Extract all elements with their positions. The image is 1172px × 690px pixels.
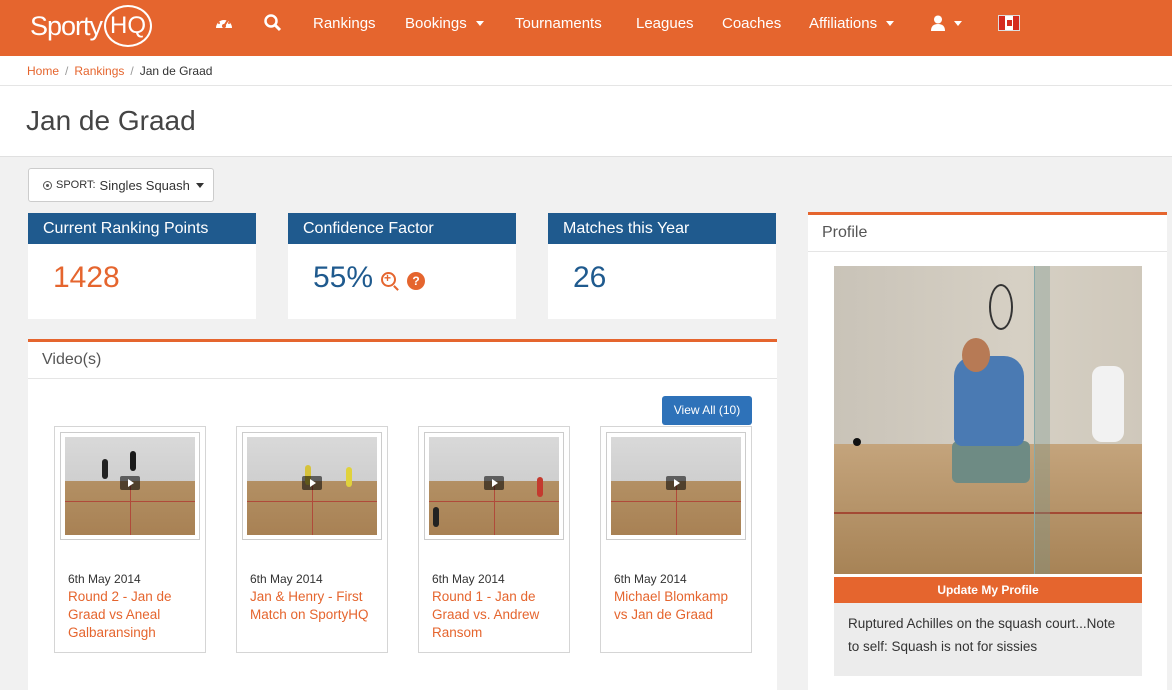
stat-label: Matches this Year <box>548 213 776 244</box>
stat-label: Confidence Factor <box>288 213 516 244</box>
page-title: Jan de Graad <box>26 105 196 136</box>
update-profile-button[interactable]: Update My Profile <box>834 577 1142 603</box>
title-bar: Jan de Graad <box>0 86 1172 157</box>
breadcrumb-home[interactable]: Home <box>27 64 59 78</box>
video-title-link[interactable]: Jan & Henry - First Match on SportyHQ <box>250 588 380 624</box>
canada-flag-icon <box>998 15 1020 31</box>
video-thumbnail[interactable] <box>424 432 564 540</box>
stat-value: 1428 <box>53 261 120 294</box>
chevron-down-icon <box>954 20 962 26</box>
video-thumbnail[interactable] <box>60 432 200 540</box>
video-title-link[interactable]: Michael Blomkamp vs Jan de Graad <box>614 588 744 624</box>
sport-dropdown[interactable]: SPORT: Singles Squash <box>28 168 214 202</box>
nav-rankings[interactable]: Rankings <box>313 0 376 46</box>
court-thumbnail <box>429 437 559 535</box>
breadcrumb-separator: / <box>130 63 134 78</box>
video-date: 6th May 2014 <box>432 572 505 586</box>
nav-coaches[interactable]: Coaches <box>722 0 781 46</box>
logo[interactable]: Sporty HQ <box>30 5 153 47</box>
video-card[interactable]: 6th May 2014 Round 1 - Jan de Graad vs. … <box>418 426 570 653</box>
zoom-in-icon[interactable] <box>381 271 396 287</box>
court-thumbnail <box>611 437 741 535</box>
play-icon[interactable] <box>484 476 504 490</box>
breadcrumb-separator: / <box>65 63 69 78</box>
help-icon[interactable]: ? <box>407 272 425 290</box>
search-icon[interactable] <box>264 0 282 46</box>
stat-value: 55% <box>313 261 374 294</box>
play-icon[interactable] <box>302 476 322 490</box>
profile-heading: Profile <box>808 215 1167 252</box>
stat-label: Current Ranking Points <box>28 213 256 244</box>
profile-panel: Profile Update My Profile Ruptured Achil… <box>808 212 1167 690</box>
breadcrumb: Home / Rankings / Jan de Graad <box>0 56 1172 86</box>
video-card[interactable]: 6th May 2014 Jan & Henry - First Match o… <box>236 426 388 653</box>
court-thumbnail <box>65 437 195 535</box>
radio-icon <box>43 180 52 190</box>
video-title-link[interactable]: Round 2 - Jan de Graad vs Aneal Galbaran… <box>68 588 198 642</box>
video-date: 6th May 2014 <box>68 572 141 586</box>
breadcrumb-current: Jan de Graad <box>139 63 213 78</box>
chevron-down-icon <box>886 20 895 26</box>
video-card[interactable]: 6th May 2014 Michael Blomkamp vs Jan de … <box>600 426 752 653</box>
play-icon[interactable] <box>120 476 140 490</box>
video-date: 6th May 2014 <box>250 572 323 586</box>
chevron-down-icon <box>475 20 484 26</box>
profile-photo <box>834 266 1142 574</box>
nav-affiliations[interactable]: Affiliations <box>809 0 895 46</box>
profile-description: Ruptured Achilles on the squash court...… <box>834 603 1142 676</box>
video-thumbnail[interactable] <box>606 432 746 540</box>
stat-card-confidence-factor: Confidence Factor 55% ? <box>288 213 516 319</box>
stat-card-matches-this-year: Matches this Year 26 <box>548 213 776 319</box>
top-navbar: Sporty HQ Rankings Bookings Tournaments … <box>0 0 1172 56</box>
user-menu[interactable] <box>931 0 962 46</box>
sport-value: Singles Squash <box>99 177 190 193</box>
videos-panel: Video(s) View All (10) 6th May 2014 Roun… <box>28 339 777 690</box>
breadcrumb-rankings[interactable]: Rankings <box>74 64 124 78</box>
nav-bookings[interactable]: Bookings <box>405 0 484 46</box>
video-card[interactable]: 6th May 2014 Round 2 - Jan de Graad vs A… <box>54 426 206 653</box>
language-selector[interactable] <box>998 0 1020 46</box>
nav-bookings-label: Bookings <box>405 14 467 32</box>
nav-leagues[interactable]: Leagues <box>636 0 694 46</box>
logo-text: Sporty <box>30 10 103 41</box>
play-icon[interactable] <box>666 476 686 490</box>
video-date: 6th May 2014 <box>614 572 687 586</box>
nav-tournaments[interactable]: Tournaments <box>515 0 602 46</box>
view-all-videos-button[interactable]: View All (10) <box>662 396 752 425</box>
stat-value: 26 <box>573 261 607 294</box>
nav-affiliations-label: Affiliations <box>809 14 878 32</box>
videos-heading: Video(s) <box>28 342 777 379</box>
chevron-down-icon <box>195 182 204 188</box>
court-thumbnail <box>247 437 377 535</box>
video-title-link[interactable]: Round 1 - Jan de Graad vs. Andrew Ransom <box>432 588 562 642</box>
stat-card-ranking-points: Current Ranking Points 1428 <box>28 213 256 319</box>
video-thumbnail[interactable] <box>242 432 382 540</box>
user-icon <box>931 15 945 31</box>
sport-prefix: SPORT: <box>56 179 96 191</box>
logo-hq-badge: HQ <box>104 5 153 47</box>
dashboard-icon[interactable] <box>214 0 234 46</box>
